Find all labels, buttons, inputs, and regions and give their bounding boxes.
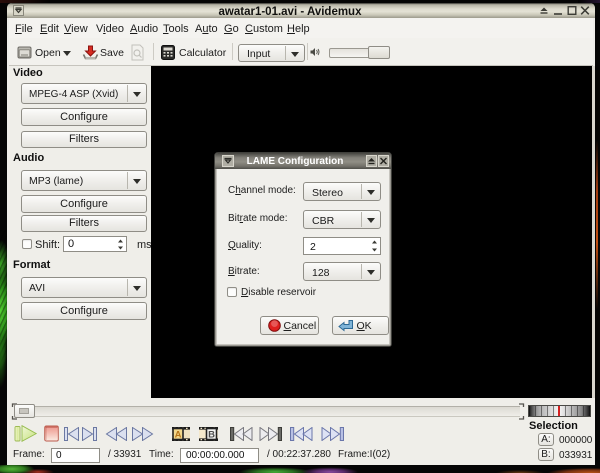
svg-text:B: B: [208, 430, 215, 441]
svg-text:A: A: [175, 430, 182, 441]
